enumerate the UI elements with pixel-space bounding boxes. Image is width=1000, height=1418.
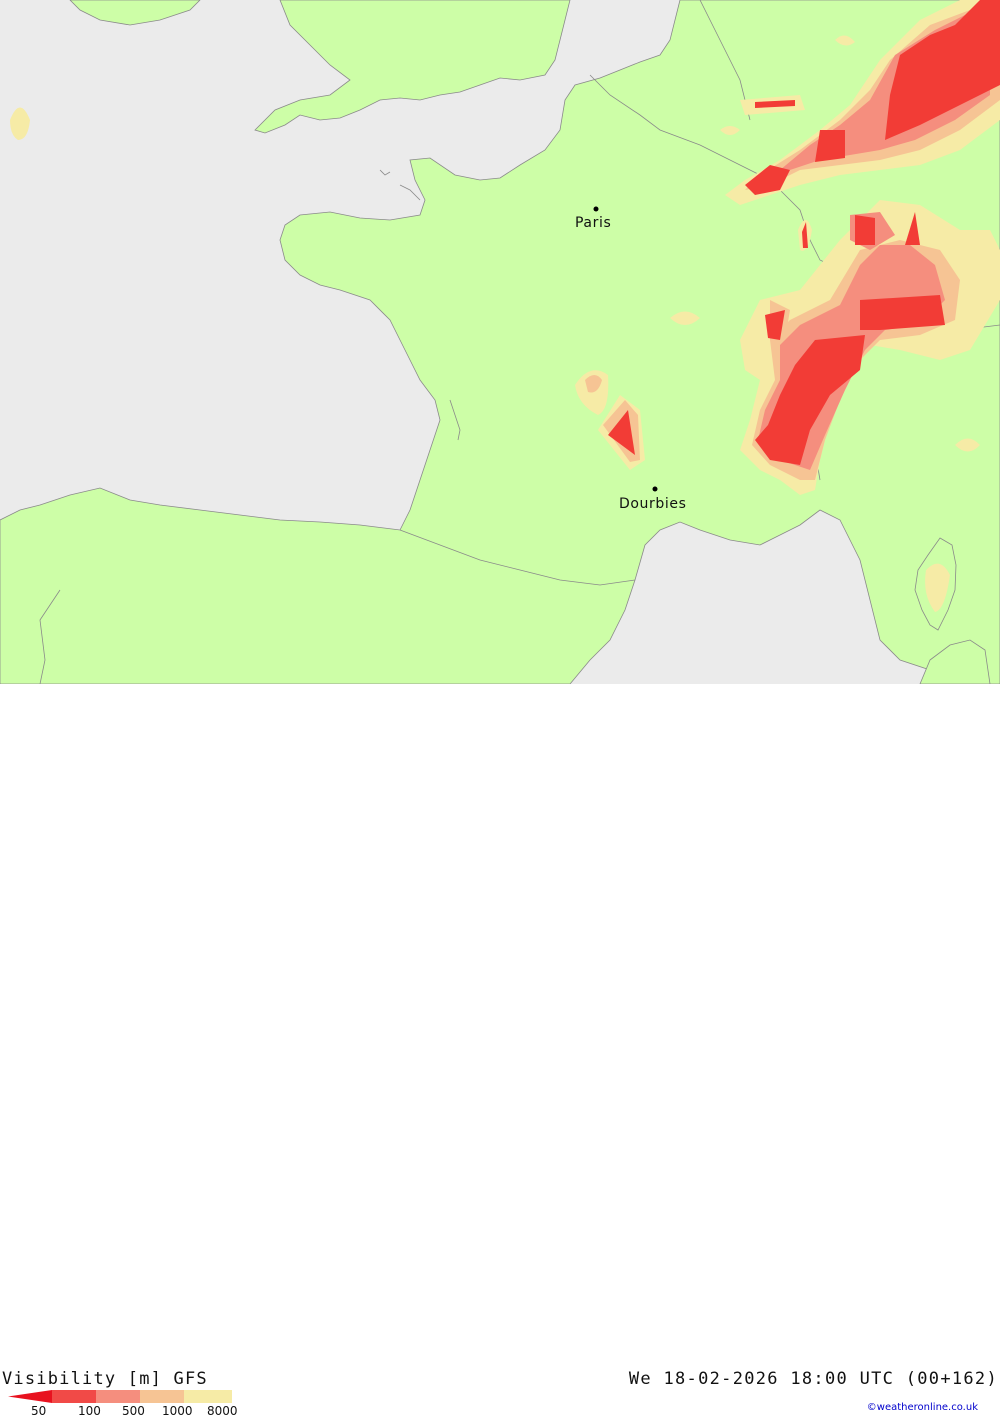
legend-label: 1000 — [162, 1404, 193, 1418]
forecast-datetime: We 18-02-2026 18:00 UTC (00+162) — [628, 1369, 998, 1389]
map-title: Visibility [m] GFS — [2, 1369, 208, 1389]
city-label: Paris — [575, 215, 611, 231]
credit-link[interactable]: ©weatheronline.co.uk — [867, 1402, 978, 1413]
legend-swatch-50 — [8, 1390, 52, 1403]
legend-swatch-1000 — [140, 1390, 184, 1403]
legend-swatch-100 — [52, 1390, 96, 1403]
map-footer: Visibility [m] GFS We 18-02-2026 18:00 U… — [0, 684, 1000, 1418]
legend-label: 100 — [78, 1404, 101, 1418]
legend-color-bar — [8, 1390, 232, 1403]
map-canvas: Paris Dourbies — [0, 0, 1000, 685]
legend-swatch-8000 — [184, 1390, 232, 1403]
legend-label: 50 — [31, 1404, 47, 1418]
visibility-map: Paris Dourbies — [0, 0, 1000, 685]
legend-swatch-500 — [96, 1390, 140, 1403]
legend-label: 8000 — [207, 1404, 238, 1418]
city-label: Dourbies — [619, 496, 686, 512]
legend-label: 500 — [122, 1404, 145, 1418]
